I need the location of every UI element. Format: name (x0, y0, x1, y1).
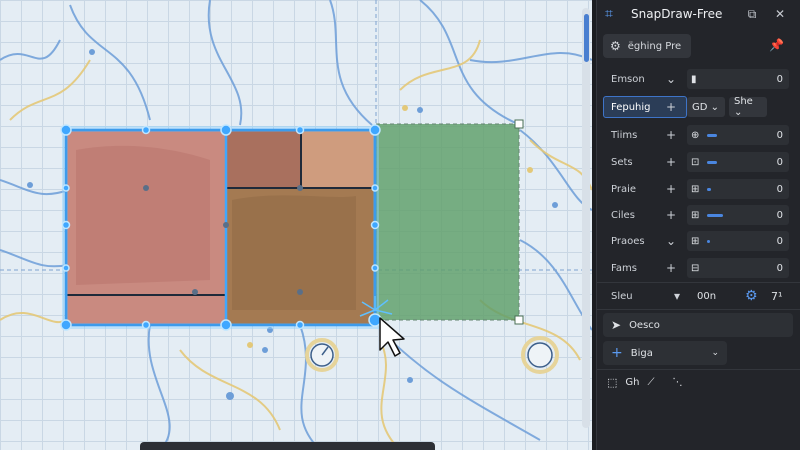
prop-value-field[interactable]: ⊞ 0 (687, 231, 789, 251)
pointer-icon: ➤ (611, 318, 622, 332)
prop-value-icon: ⊟ (691, 262, 700, 274)
plus-icon[interactable]: + (663, 155, 679, 169)
plus-icon: + (611, 345, 623, 361)
plus-icon[interactable]: + (663, 208, 679, 222)
vertical-scroll-thumb[interactable] (584, 14, 589, 62)
prop-label: Fepuhig (611, 101, 651, 113)
line-tool-icon[interactable]: ⋱ (673, 377, 683, 388)
prop-value: 0 (776, 209, 783, 221)
prop-value-field[interactable]: ⊞ 0 (687, 179, 789, 199)
prop-value-field[interactable]: ⊞ 0 (687, 205, 789, 225)
prop-row[interactable]: Emson ⌄ ▮ 0 (603, 68, 791, 90)
plus-icon[interactable]: + (663, 128, 679, 142)
prop-value: 0 (776, 73, 783, 85)
frame-icon[interactable]: ⬚ (607, 376, 617, 389)
prop-value-icon: ⊡ (691, 156, 700, 168)
pin-icon[interactable]: 📌 (769, 38, 784, 52)
chevron-down-icon[interactable]: ⌄ (663, 72, 679, 86)
prop-label: Praoes (611, 235, 645, 247)
prop-row[interactable]: Fams + ⊟ 0 (603, 257, 791, 279)
prop-label: Tiims (611, 129, 638, 141)
plus-icon[interactable]: + (663, 100, 679, 114)
vertical-scrollbar[interactable] (582, 8, 590, 428)
slew-row[interactable]: Sleu ▾ 00n ⚙ 7¹ (603, 285, 791, 307)
canvas-artwork (0, 0, 592, 450)
connector-ring-right (521, 336, 559, 374)
window-mode-icon[interactable]: ⧉ (743, 5, 761, 23)
prop-label: Fams (611, 262, 637, 274)
prop-value-field[interactable]: ▮ 0 (687, 69, 789, 89)
plus-icon[interactable]: + (663, 261, 679, 275)
connector-ring-left (305, 338, 339, 372)
prop-value: 0 (776, 262, 783, 274)
green-shape (375, 123, 520, 321)
prop-value-field[interactable]: ⊡ 0 (687, 152, 789, 172)
prop-value-icon: ▮ (691, 73, 697, 85)
tool-label[interactable]: Gh (625, 377, 639, 388)
prop-value-icon: ⊞ (691, 209, 700, 221)
add-dropdown-button[interactable]: + Biga ⌄ (603, 341, 727, 365)
prop-value: 0 (776, 183, 783, 195)
slew-label: Sleu (611, 290, 633, 302)
prop-row[interactable]: Ciles + ⊞ 0 (603, 204, 791, 226)
add-label: Biga (630, 347, 653, 359)
prop-value: 0 (776, 235, 783, 247)
collapse-icon[interactable]: ✕ (771, 5, 789, 23)
prop-value: 0 (776, 129, 783, 141)
panel-header: ⌗ SnapDraw-Free ⧉ ✕ (597, 0, 800, 28)
pen-icon[interactable]: ⟋ (648, 377, 655, 388)
bottom-toolbar: ⬚ Gh ⟋ ⋱ (607, 370, 787, 394)
properties-panel: ⌗ SnapDraw-Free ⧉ ✕ ⚙ ëghing Pre 📌 Emson… (596, 0, 800, 450)
prop-label: Emson (611, 73, 645, 85)
dropdown-arrow-icon[interactable]: ▾ (669, 289, 685, 303)
chevron-down-icon: ⌄ (711, 348, 719, 358)
prop-row[interactable]: Tiims + ⊕ 0 (603, 124, 791, 146)
style-dropdown[interactable]: She ⌄ (729, 96, 767, 118)
unit-dropdown[interactable]: GD ⌄ (687, 97, 725, 117)
prop-row[interactable]: Praie + ⊞ 0 (603, 178, 791, 200)
selected-shape-group (60, 124, 393, 331)
prop-value-icon: ⊞ (691, 183, 700, 195)
gear-icon: ⚙ (610, 39, 621, 53)
prop-value: 0 (776, 156, 783, 168)
plus-icon[interactable]: + (663, 182, 679, 196)
prop-row[interactable]: Sets + ⊡ 0 (603, 151, 791, 173)
prop-value-icon: ⊕ (691, 129, 700, 141)
prop-value-field[interactable]: ⊟ 0 (687, 258, 789, 278)
prop-value-icon: ⊞ (691, 235, 700, 247)
prop-label: Praie (611, 183, 637, 195)
chevron-down-icon[interactable]: ⌄ (663, 234, 679, 248)
app-logo-icon: ⌗ (605, 6, 613, 22)
app-title: SnapDraw-Free (631, 7, 723, 21)
slew-value: 00n (697, 290, 717, 302)
settings-icon[interactable]: ⚙ (745, 288, 758, 304)
select-tool-button[interactable]: ➤ Oesco (603, 313, 793, 337)
prop-label: Sets (611, 156, 633, 168)
preset-label: ëghing Pre (627, 40, 682, 52)
slew-right-value: 7¹ (771, 289, 783, 303)
prop-value-field[interactable]: ⊕ 0 (687, 125, 789, 145)
prop-label: Ciles (611, 209, 635, 221)
preset-selector[interactable]: ⚙ ëghing Pre (603, 34, 691, 58)
drawing-canvas[interactable] (0, 0, 592, 450)
prop-row-active[interactable]: Fepuhig + GD ⌄ She ⌄ (603, 96, 791, 118)
horizontal-scrollbar[interactable] (140, 442, 435, 450)
prop-row[interactable]: Praoes ⌄ ⊞ 0 (603, 230, 791, 252)
select-tool-label: Oesco (629, 319, 660, 331)
